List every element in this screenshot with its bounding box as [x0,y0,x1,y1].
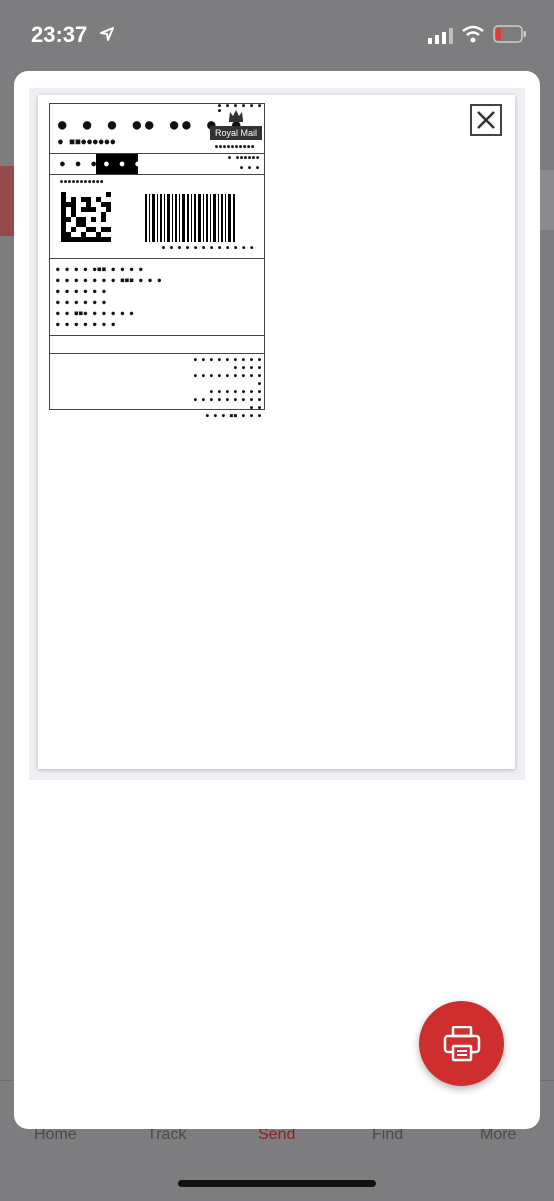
recipient-address: ● ● ● ● ●■■ ● ● ● ● ● ● ● ● ● ● ● ■■■ ● ●… [56,266,163,328]
document-preview[interactable]: ● ● ● ●● ●● ● ● ● ■■●●●●●● Royal Mail ● … [29,88,525,780]
status-time: 23:37 [31,22,88,47]
close-button[interactable] [470,104,502,136]
return-address: ● ● ● ● ● ● ● ● ● ● ● ● ● ● ● ● ● ● ● ● ● … [193,357,262,419]
cellular-signal-icon [428,28,453,44]
label-logo-caption: ●●●●●●●●●● [215,144,256,150]
location-arrow-icon [100,27,114,41]
wifi-icon [462,25,484,43]
label-code-box-text: ● ● ● [104,159,144,168]
background-banner [0,166,14,236]
barcode-number: ● ● ● ● ● ● ● ● ● ● ● ● [162,245,255,251]
label-preview-modal: ● ● ● ●● ●● ● ● ● ■■●●●●●● Royal Mail ● … [14,71,540,1129]
label-small-text-2: ● ● ● [240,165,261,171]
label-service-subtext: ● ■■●●●●●● [58,137,117,146]
royal-mail-logo: Royal Mail [210,126,262,140]
shipping-label: ● ● ● ●● ●● ● ● ● ■■●●●●●● Royal Mail ● … [49,103,265,419]
status-bar: 23:37 [0,0,554,70]
label-tracking-caption: ●●●●●●●●●●● [60,179,105,185]
datamatrix-code-icon [61,192,111,242]
close-icon [477,111,495,129]
label-page: ● ● ● ●● ●● ● ● ● ■■●●●●●● Royal Mail ● … [38,95,515,769]
battery-low-icon [493,25,526,43]
printer-icon [443,1026,481,1062]
print-button[interactable] [419,1001,504,1086]
barcode-icon [145,194,235,242]
label-small-text-1: ● ●●●●●● [228,155,261,161]
background-image-edge [540,170,554,230]
label-code-left: ● ● ● [60,159,100,168]
home-indicator[interactable] [178,1180,376,1187]
label-top-right-text: ● ● ● ● ● ● ● [218,103,263,114]
